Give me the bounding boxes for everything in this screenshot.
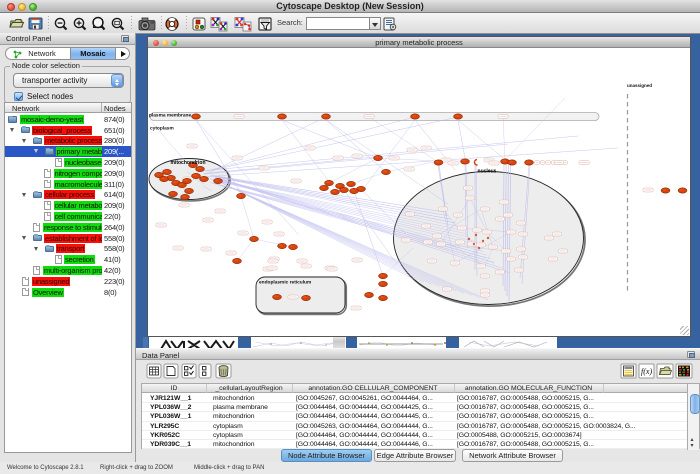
svg-text:endoplasmic reticulum: endoplasmic reticulum: [259, 280, 311, 286]
svg-text:plasma membrane: plasma membrane: [149, 112, 191, 118]
svg-text:cytoplasm: cytoplasm: [150, 126, 174, 132]
svg-text:unassigned: unassigned: [627, 83, 652, 88]
svg-text:nucleus: nucleus: [478, 169, 497, 175]
svg-text:f(x): f(x): [641, 367, 652, 376]
svg-text:mitochondrion: mitochondrion: [171, 160, 206, 166]
